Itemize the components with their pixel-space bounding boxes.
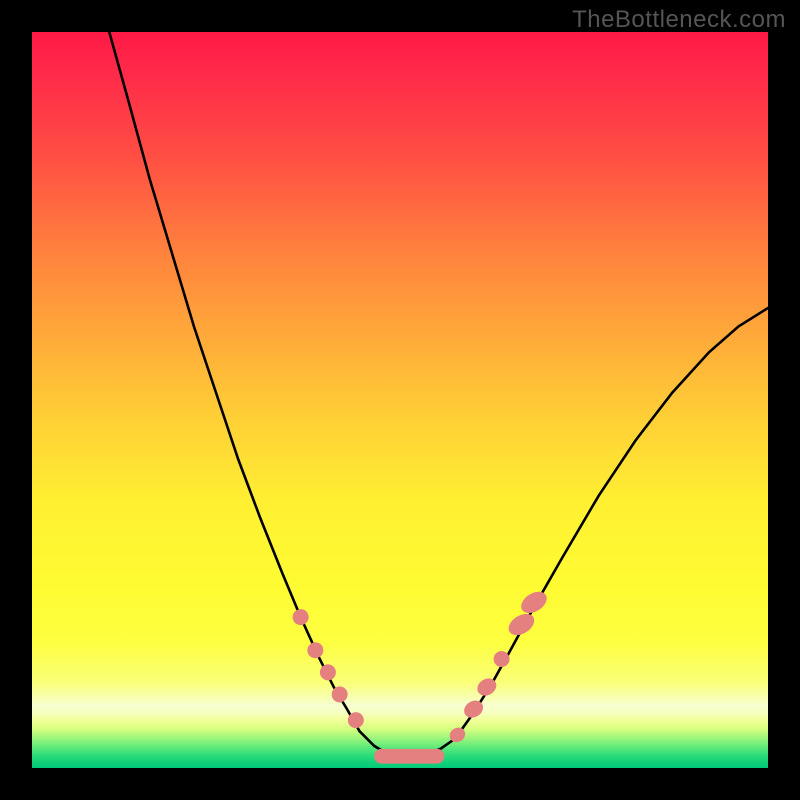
bottleneck-curve-layer [32, 32, 768, 768]
markers-left-group [290, 606, 367, 731]
watermark-text: TheBottleneck.com [572, 6, 786, 34]
curve-left-branch [109, 32, 403, 757]
markers-right-group [447, 587, 551, 745]
curve-marker [517, 587, 550, 617]
curve-marker [317, 662, 339, 684]
curve-marker [505, 609, 538, 639]
chart-frame: TheBottleneck.com [0, 0, 800, 800]
curve-marker [305, 639, 327, 661]
curve-marker [329, 684, 351, 706]
valley-marker-bar [374, 749, 444, 764]
plot-area [32, 32, 768, 768]
curve-marker [290, 606, 312, 628]
curve-right-branch [404, 308, 768, 757]
